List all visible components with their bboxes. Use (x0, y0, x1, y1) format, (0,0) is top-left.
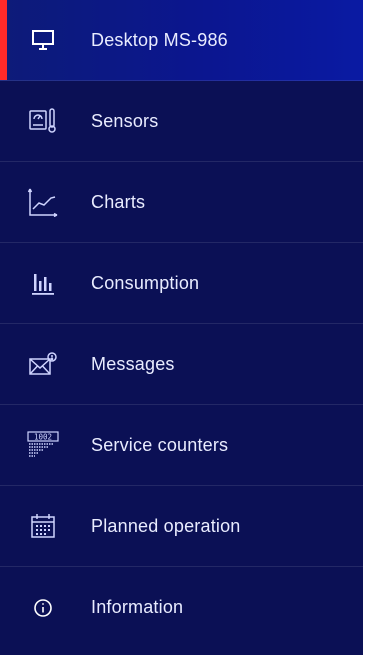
nav-item-consumption[interactable]: Consumption (0, 243, 363, 324)
svg-text:1002: 1002 (34, 433, 52, 442)
nav-item-desktop[interactable]: Desktop MS-986 (0, 0, 363, 81)
nav-item-sensors[interactable]: Sensors (0, 81, 363, 162)
nav-item-label: Messages (91, 353, 175, 374)
info-icon (25, 590, 61, 626)
nav-item-label: Charts (91, 191, 146, 212)
calendar-icon (25, 508, 61, 544)
nav-item-label: Information (91, 597, 184, 617)
nav-item-label: Service counters (91, 434, 229, 455)
nav-item-service-counters[interactable]: 1002 Service counters (0, 405, 363, 486)
nav-item-label: Desktop MS-986 (91, 29, 228, 50)
nav-item-label: Planned operation (91, 515, 241, 536)
nav-item-charts[interactable]: Charts (0, 162, 363, 243)
side-navigation: Desktop MS-986 Sensors Charts Consumptio… (0, 0, 363, 655)
nav-item-information[interactable]: Information (0, 567, 363, 648)
line-chart-icon (25, 184, 61, 220)
bar-chart-icon (25, 265, 61, 301)
nav-item-label: Consumption (91, 272, 200, 293)
envelope-icon (25, 346, 61, 382)
counter-icon: 1002 (25, 427, 61, 463)
sensor-thermometer-icon (25, 103, 61, 139)
nav-item-planned-operation[interactable]: Planned operation (0, 486, 363, 567)
monitor-icon (25, 22, 61, 58)
nav-item-messages[interactable]: Messages (0, 324, 363, 405)
active-indicator (0, 0, 7, 80)
nav-item-label: Sensors (91, 110, 159, 131)
